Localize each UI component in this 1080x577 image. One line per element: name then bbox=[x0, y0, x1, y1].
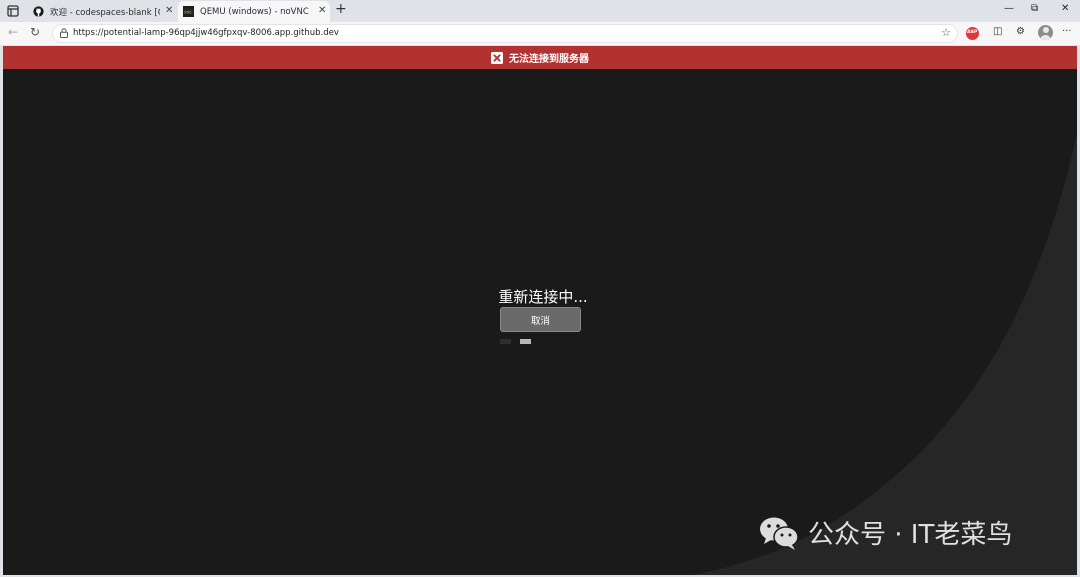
status-bar: 无法连接到服务器 bbox=[3, 46, 1077, 69]
novnc-icon: vnc bbox=[183, 6, 194, 17]
cancel-button[interactable]: 取消 bbox=[500, 307, 581, 332]
address-bar[interactable]: https://potential-lamp-96qp4jjw46gfpxqv-… bbox=[52, 24, 958, 43]
browser-toolbar: ← ↻ https://potential-lamp-96qp4jjw46gfp… bbox=[0, 22, 1080, 46]
back-button[interactable]: ← bbox=[8, 25, 18, 39]
tab-codespaces[interactable]: 欢迎 - codespaces-blank [Codesp ✕ bbox=[28, 1, 176, 22]
tab-title: QEMU (windows) - noVNC bbox=[200, 6, 309, 17]
wechat-icon bbox=[760, 517, 799, 550]
tab-close-icon[interactable]: ✕ bbox=[165, 5, 173, 16]
reconnecting-text: 重新连接中... bbox=[498, 288, 588, 306]
split-screen-icon[interactable]: ◫ bbox=[993, 26, 1002, 37]
lock-icon[interactable] bbox=[58, 27, 70, 39]
tab-strip: 欢迎 - codespaces-blank [Codesp ✕ vnc QEMU… bbox=[0, 0, 1080, 22]
adblock-plus-icon[interactable]: ABP bbox=[966, 27, 979, 40]
url-text[interactable]: https://potential-lamp-96qp4jjw46gfpxqv-… bbox=[73, 28, 339, 38]
tab-title: 欢迎 - codespaces-blank [Codesp bbox=[50, 7, 160, 18]
watermark-text: 公众号 · IT老菜鸟 bbox=[808, 520, 1013, 550]
github-icon bbox=[33, 6, 44, 17]
tab-novnc[interactable]: vnc QEMU (windows) - noVNC ✕ bbox=[178, 1, 330, 22]
reload-button[interactable]: ↻ bbox=[30, 25, 40, 39]
novnc-viewport: 无法连接到服务器 重新连接中... 取消 公众号 · IT老菜鸟 bbox=[3, 46, 1077, 575]
extensions-icon[interactable]: ⚙ bbox=[1016, 26, 1025, 37]
profile-avatar[interactable] bbox=[1038, 25, 1053, 40]
progress-dot bbox=[520, 339, 531, 344]
restore-button[interactable]: ⧉ bbox=[1031, 3, 1038, 14]
error-icon bbox=[491, 51, 503, 64]
more-menu-icon[interactable]: ··· bbox=[1062, 26, 1072, 37]
tab-actions-icon[interactable] bbox=[6, 4, 20, 18]
status-message: 无法连接到服务器 bbox=[509, 54, 589, 65]
progress-dot bbox=[500, 339, 511, 344]
watermark: 公众号 · IT老菜鸟 bbox=[758, 514, 1012, 551]
tab-close-icon[interactable]: ✕ bbox=[318, 5, 326, 16]
new-tab-button[interactable]: + bbox=[335, 1, 347, 17]
window-close-button[interactable]: ✕ bbox=[1061, 3, 1069, 14]
svg-text:vnc: vnc bbox=[184, 10, 191, 15]
reconnect-dialog: 重新连接中... bbox=[483, 286, 603, 307]
minimize-button[interactable]: — bbox=[1004, 3, 1014, 14]
abp-label: ABP bbox=[967, 30, 978, 35]
favorite-star-icon[interactable]: ☆ bbox=[941, 26, 951, 39]
